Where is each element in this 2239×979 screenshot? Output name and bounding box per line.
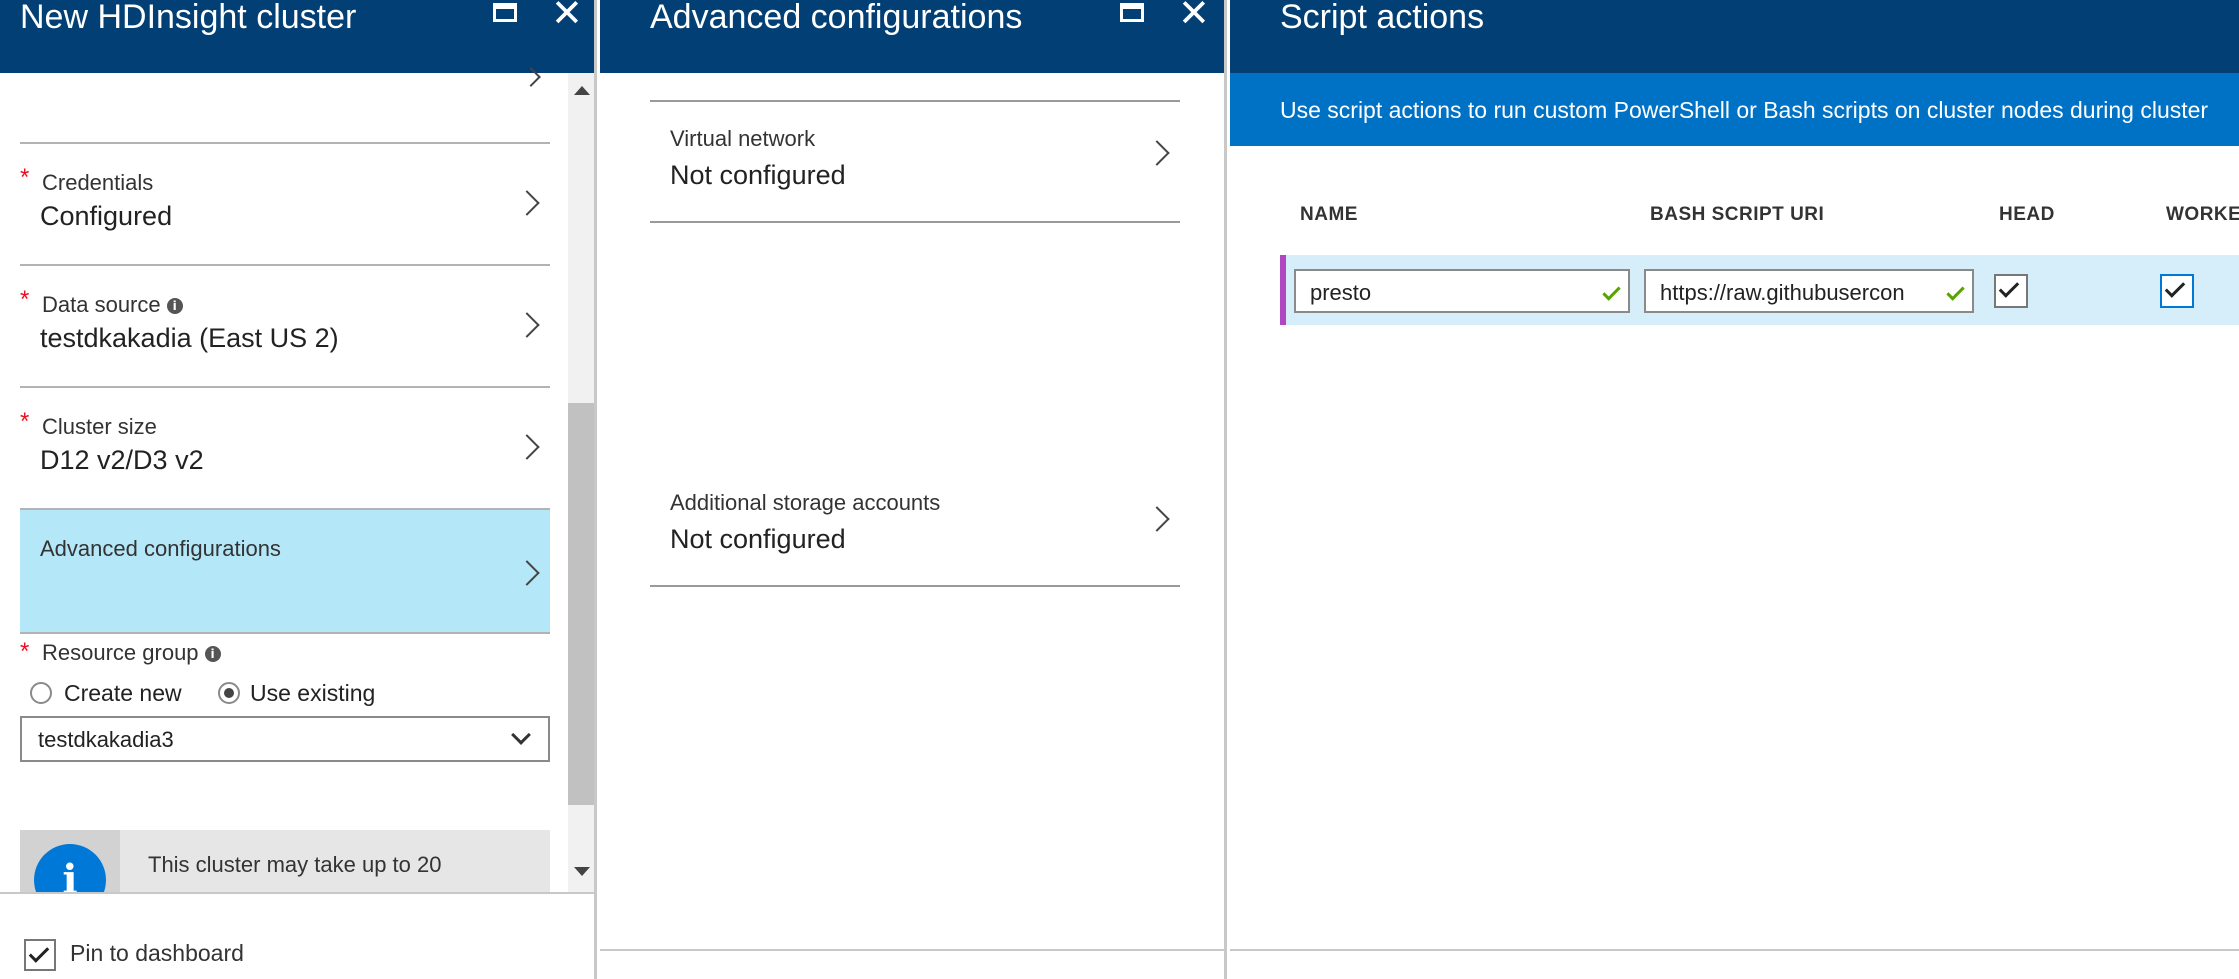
blade-header: New HDInsight cluster ✕ bbox=[0, 0, 594, 73]
close-icon[interactable]: ✕ bbox=[1178, 0, 1210, 32]
required-indicator: * bbox=[20, 638, 30, 665]
row-label: Advanced configurations bbox=[40, 536, 281, 561]
blade-footer: Pin to dashboard bbox=[0, 892, 594, 979]
use-existing-radio[interactable] bbox=[218, 682, 240, 704]
column-header-head: HEAD bbox=[1999, 204, 2055, 225]
select-value: testdkakadia3 bbox=[38, 727, 174, 752]
worker-checkbox[interactable] bbox=[2160, 274, 2194, 308]
input-value: https://raw.githubusercon bbox=[1660, 280, 1905, 305]
create-new-label: Create new bbox=[64, 680, 182, 706]
resource-group-select[interactable]: testdkakadia3 bbox=[20, 716, 550, 762]
virtual-network-row[interactable]: Virtual network Not configured bbox=[650, 100, 1180, 222]
divider bbox=[20, 632, 550, 634]
info-icon[interactable]: i bbox=[166, 298, 183, 314]
info-notice: i This cluster may take up to 20 bbox=[20, 830, 550, 892]
script-name-input[interactable]: presto bbox=[1294, 269, 1630, 313]
advanced-configurations-row[interactable]: Advanced configurations bbox=[20, 508, 550, 632]
advanced-configurations-blade: Advanced configurations ✕ Virtual networ… bbox=[600, 0, 1227, 979]
blade-header: Advanced configurations ✕ bbox=[600, 0, 1224, 73]
data-source-row[interactable]: * Data source i testdkakadia (East US 2) bbox=[20, 264, 550, 386]
info-banner: Use script actions to run custom PowerSh… bbox=[1230, 73, 2239, 146]
row-value: D12 v2/D3 v2 bbox=[40, 445, 204, 475]
new-hdinsight-cluster-blade: New HDInsight cluster ✕ * Credentials Co… bbox=[0, 0, 597, 979]
blade-title: Advanced configurations bbox=[650, 0, 1023, 36]
chevron-right-icon bbox=[1144, 506, 1170, 532]
required-indicator: * bbox=[20, 286, 30, 313]
cluster-size-row[interactable]: * Cluster size D12 v2/D3 v2 bbox=[20, 386, 550, 508]
blade-header: Script actions bbox=[1230, 0, 2239, 73]
row-label: Virtual network bbox=[670, 126, 816, 151]
credentials-row[interactable]: * Credentials Configured bbox=[20, 142, 550, 264]
row-value: testdkakadia (East US 2) bbox=[40, 323, 339, 353]
scroll-up-icon[interactable] bbox=[574, 86, 590, 95]
notice-text: This cluster may take up to 20 bbox=[148, 852, 442, 877]
column-header-bash-script-uri: BASH SCRIPT URI bbox=[1650, 204, 1825, 225]
info-icon[interactable]: i bbox=[204, 646, 221, 662]
required-indicator: * bbox=[20, 408, 30, 435]
close-icon[interactable]: ✕ bbox=[551, 0, 583, 32]
row-label: Data source i bbox=[42, 292, 183, 318]
blade-title: New HDInsight cluster bbox=[20, 0, 357, 36]
chevron-right-icon bbox=[1144, 140, 1170, 166]
chevron-down-icon bbox=[511, 725, 531, 745]
resource-group-label: Resource group i bbox=[42, 640, 221, 666]
pin-to-dashboard-checkbox[interactable] bbox=[24, 939, 56, 971]
row-label: Cluster size bbox=[42, 414, 157, 439]
divider bbox=[1230, 949, 2239, 951]
scroll-down-icon[interactable] bbox=[574, 867, 590, 876]
valid-checkmark-icon bbox=[1602, 282, 1621, 301]
row-value: Not configured bbox=[670, 524, 846, 554]
bash-script-uri-input[interactable]: https://raw.githubusercon bbox=[1644, 269, 1974, 313]
pin-to-dashboard-label: Pin to dashboard bbox=[70, 940, 244, 966]
use-existing-label: Use existing bbox=[250, 680, 376, 706]
chevron-right-icon bbox=[514, 190, 540, 216]
row-label: Credentials bbox=[42, 170, 154, 195]
script-actions-blade: Script actions Use script actions to run… bbox=[1230, 0, 2239, 979]
info-icon: i bbox=[34, 844, 106, 892]
head-checkbox[interactable] bbox=[1994, 274, 2028, 308]
divider bbox=[600, 949, 1224, 951]
blade-title: Script actions bbox=[1280, 0, 1485, 36]
column-header-name: NAME bbox=[1300, 204, 1358, 225]
resource-group-label-text: Resource group bbox=[42, 640, 199, 665]
valid-checkmark-icon bbox=[1946, 282, 1965, 301]
scrollbar-thumb[interactable] bbox=[568, 403, 594, 805]
chevron-right-icon bbox=[514, 312, 540, 338]
divider bbox=[650, 585, 1180, 587]
column-header-worker: WORKER bbox=[2166, 204, 2239, 225]
checkmark-icon bbox=[28, 942, 50, 963]
row-label: Additional storage accounts bbox=[670, 490, 941, 515]
create-new-radio[interactable] bbox=[30, 682, 52, 704]
checkmark-icon bbox=[2164, 277, 2186, 298]
chevron-right-icon bbox=[514, 434, 540, 460]
required-indicator: * bbox=[20, 164, 30, 191]
divider bbox=[650, 221, 1180, 223]
row-value: Configured bbox=[40, 201, 173, 231]
input-value: presto bbox=[1310, 280, 1372, 305]
chevron-right-icon bbox=[514, 560, 540, 586]
checkmark-icon bbox=[1998, 277, 2020, 298]
row-value: Not configured bbox=[670, 160, 846, 190]
maximize-icon[interactable] bbox=[493, 3, 517, 22]
notice-icon-box: i bbox=[20, 830, 120, 892]
row-label-text: Data source bbox=[42, 292, 161, 317]
additional-storage-accounts-row[interactable]: Additional storage accounts Not configur… bbox=[650, 464, 1180, 586]
banner-text: Use script actions to run custom PowerSh… bbox=[1280, 97, 2209, 123]
script-action-row[interactable]: presto https://raw.githubusercon bbox=[1280, 255, 2239, 325]
maximize-icon[interactable] bbox=[1120, 3, 1144, 22]
